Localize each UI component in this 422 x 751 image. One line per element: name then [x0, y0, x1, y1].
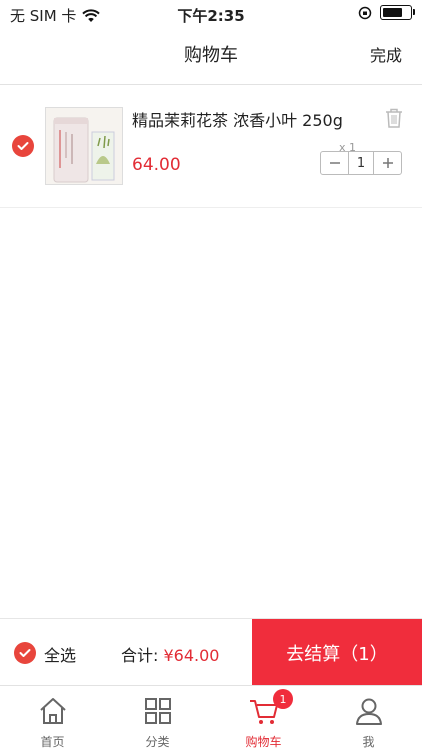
plus-icon: [382, 158, 393, 168]
product-price: 64.00: [132, 155, 181, 175]
decrease-button[interactable]: [321, 152, 348, 174]
page-title: 购物车: [184, 45, 238, 66]
trash-icon[interactable]: [384, 107, 404, 129]
battery-level: [383, 8, 403, 17]
status-bar: 无 SIM 卡 下午2:35: [0, 0, 422, 28]
cart-footer: 全选 合计: ¥64.00 去结算（1）: [0, 618, 422, 686]
tab-label: 购物车: [245, 735, 282, 749]
nav-bar: 购物车 完成: [0, 28, 422, 85]
done-button[interactable]: 完成: [370, 42, 402, 66]
minus-icon: [329, 162, 340, 164]
grid-icon: [145, 698, 171, 724]
tab-label: 首页: [40, 735, 65, 749]
total-label: 合计:: [121, 646, 159, 665]
product-title[interactable]: 精品茉莉花茶 浓香小叶 250g: [132, 107, 343, 131]
total-amount: ¥64.00: [163, 646, 220, 665]
cart-badge: 1: [273, 689, 293, 709]
item-select-checkbox[interactable]: [12, 135, 34, 157]
battery-icon: [380, 5, 415, 20]
tab-label: 分类: [145, 735, 170, 749]
status-right: [358, 5, 415, 20]
select-all-label[interactable]: 全选: [44, 642, 76, 666]
tab-cart[interactable]: 1 购物车: [211, 686, 316, 751]
total: 合计: ¥64.00: [121, 642, 219, 666]
user-icon: [356, 698, 382, 725]
increase-button[interactable]: [374, 152, 401, 174]
tab-home[interactable]: 首页: [0, 686, 105, 751]
tab-label: 我: [362, 735, 375, 749]
home-icon: [40, 698, 66, 724]
tab-bar: 首页 分类 1 购物车 我: [0, 685, 422, 751]
check-icon: [17, 142, 29, 150]
tab-me[interactable]: 我: [316, 686, 421, 751]
tea-canister-image: [46, 108, 122, 184]
quantity-value[interactable]: 1: [348, 152, 374, 174]
check-icon: [19, 649, 31, 657]
cart-item: 精品茉莉花茶 浓香小叶 250g 64.00 x 1 1: [0, 85, 422, 208]
select-all-checkbox[interactable]: [14, 642, 36, 664]
tab-category[interactable]: 分类: [105, 686, 210, 751]
checkout-button[interactable]: 去结算（1）: [252, 619, 422, 686]
orientation-lock-icon: [358, 6, 372, 19]
quantity-stepper: 1: [320, 151, 402, 175]
product-image[interactable]: [45, 107, 123, 185]
